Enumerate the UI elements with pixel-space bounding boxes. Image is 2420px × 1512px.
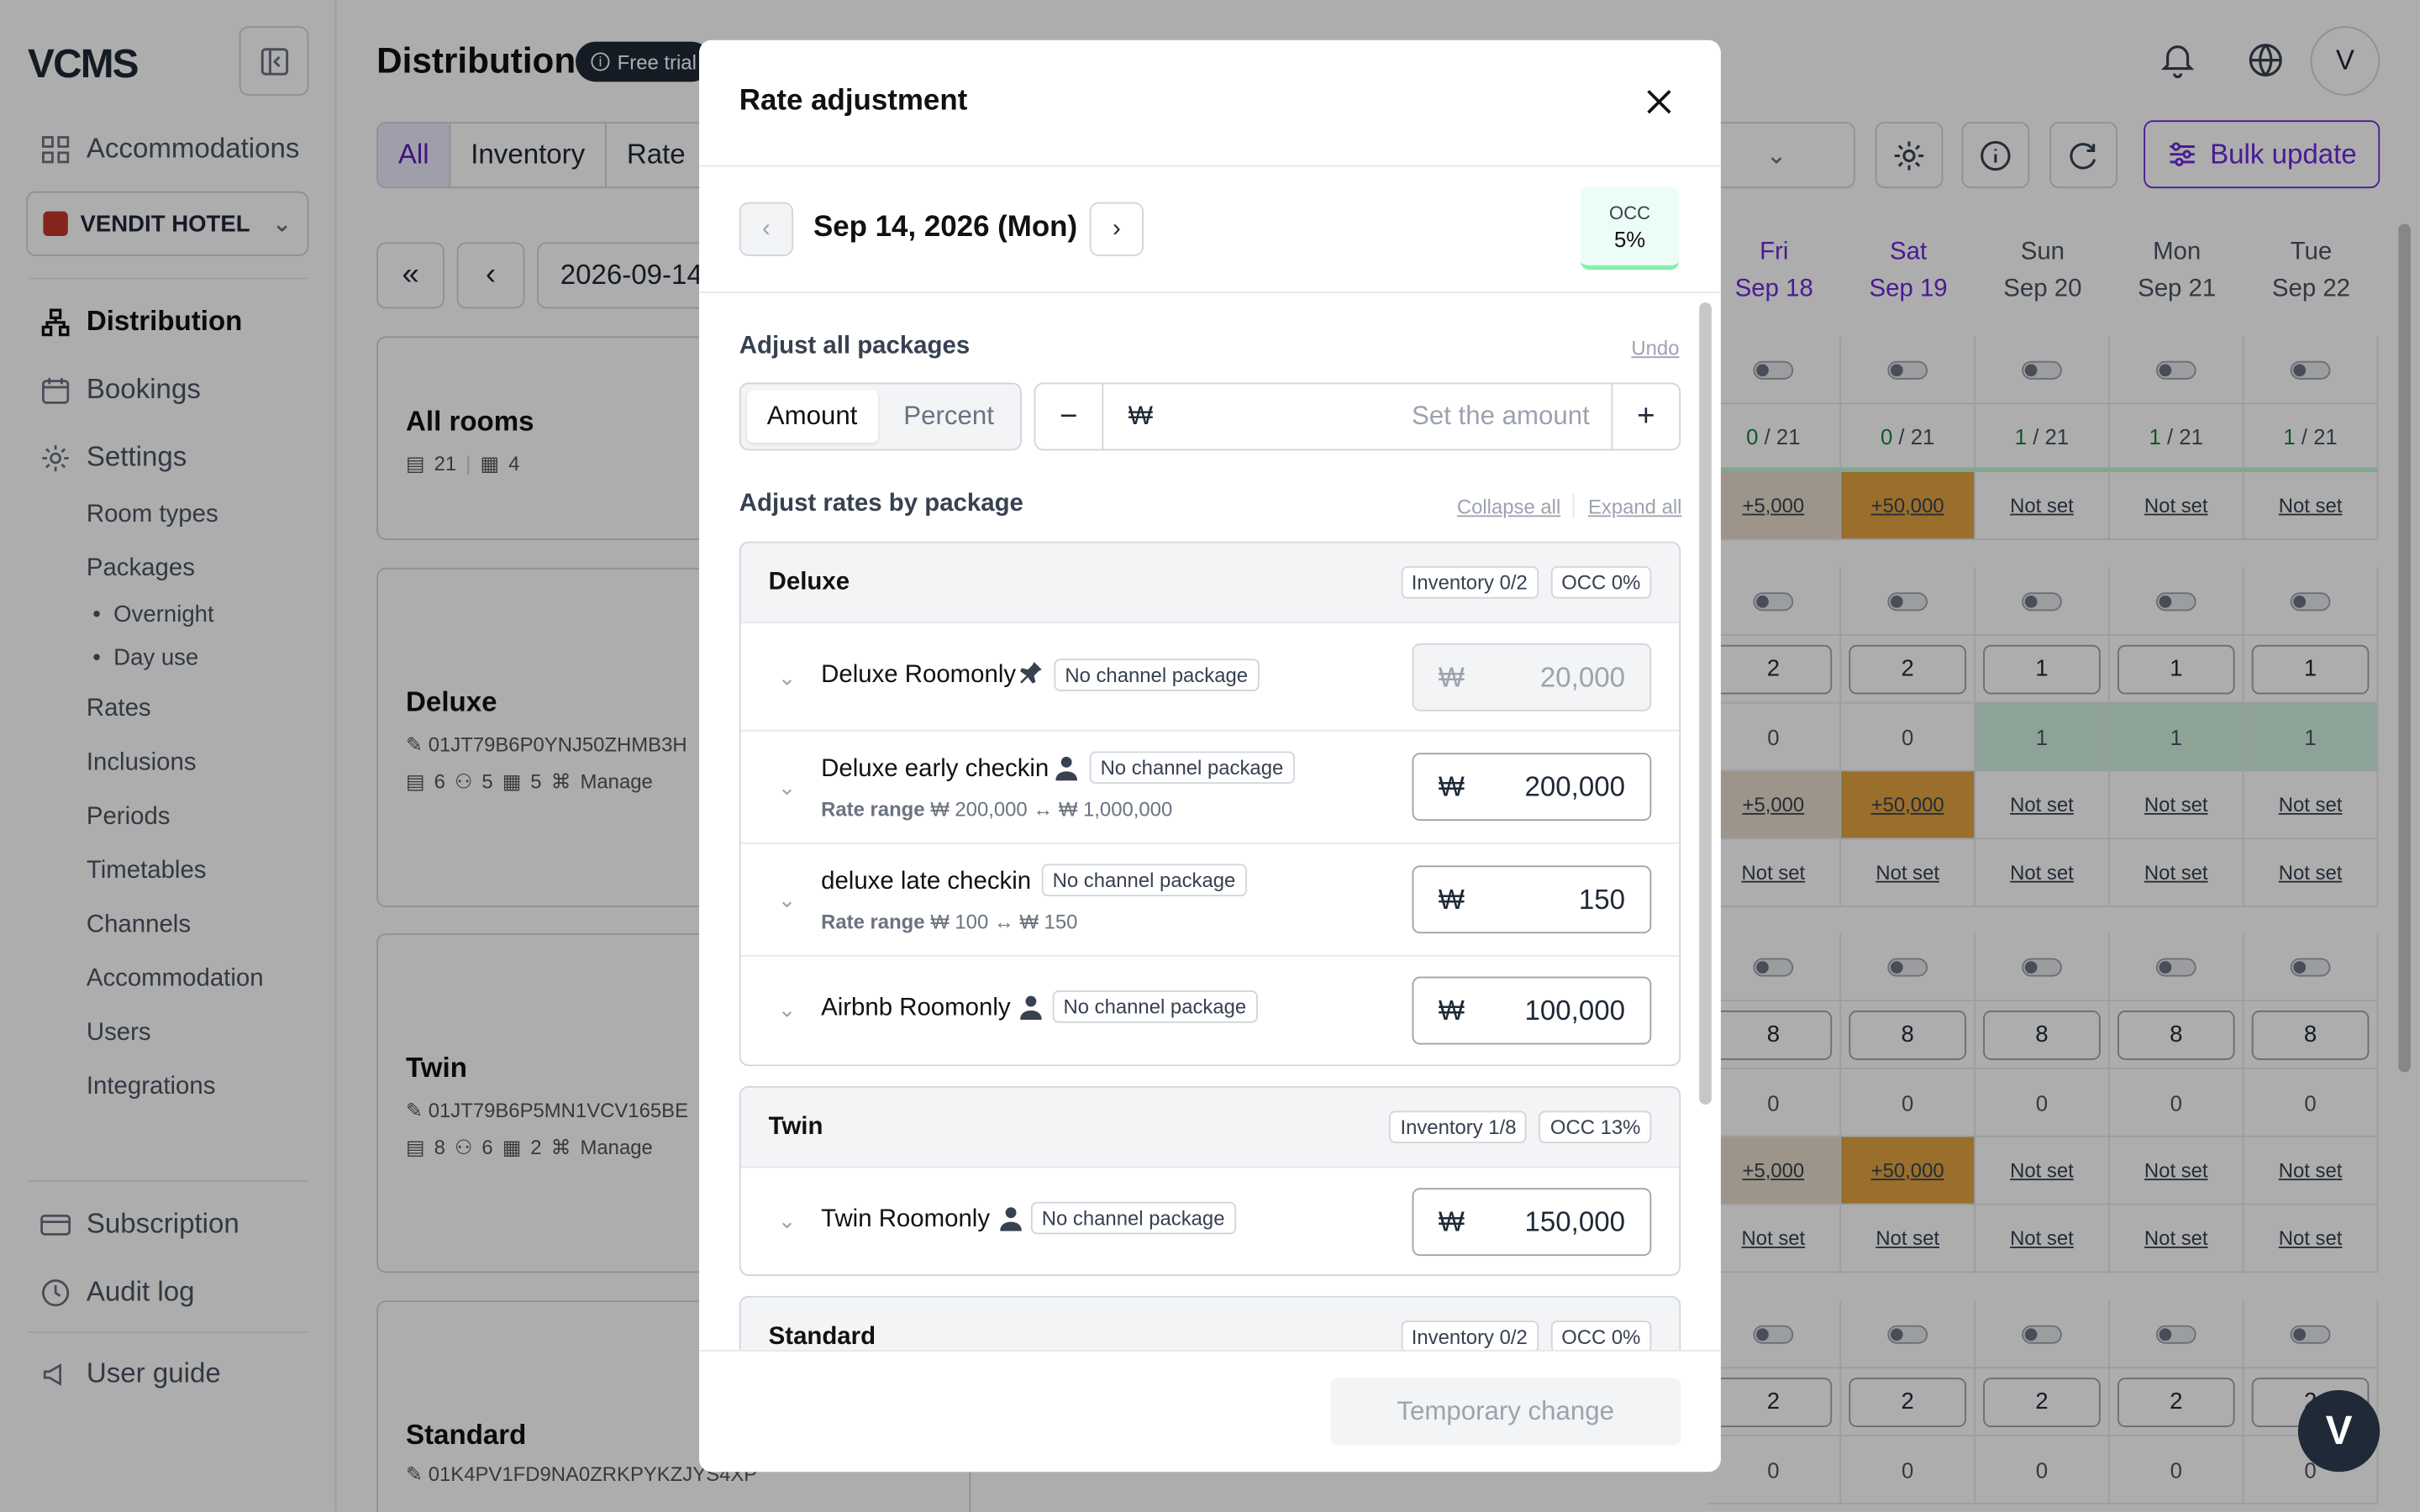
person-icon <box>1000 1206 1022 1239</box>
no-channel-chip: No channel package <box>1030 1201 1236 1235</box>
package-row: ⌄ Airbnb Roomonly No channel package ₩10… <box>741 957 1680 1065</box>
modal-scrollbar[interactable] <box>1699 302 1712 1105</box>
no-channel-chip: No channel package <box>1041 864 1247 897</box>
package-group-deluxe: Deluxe Inventory 0/2 OCC 0% ⌄ Deluxe Room… <box>739 541 1681 1067</box>
package-name: Deluxe early checkin <box>821 755 1050 783</box>
rate-range-label: Rate range <box>821 797 925 822</box>
no-channel-chip: No channel package <box>1089 751 1295 785</box>
group-name: Twin <box>768 1113 823 1140</box>
adjust-all-label: Adjust all packages <box>739 333 971 360</box>
package-group-twin: Twin Inventory 1/8 OCC 13% ⌄ Twin Roomonl… <box>739 1086 1681 1276</box>
chevron-down-icon[interactable]: ⌄ <box>778 887 797 913</box>
currency-symbol: ₩ <box>1438 661 1465 692</box>
occ-value: 5% <box>1613 226 1646 251</box>
currency-symbol: ₩ <box>1438 1205 1465 1237</box>
no-channel-chip: No channel package <box>1054 659 1259 691</box>
close-button[interactable] <box>1638 81 1681 123</box>
occ-chip: OCC 13% <box>1539 1110 1652 1143</box>
prev-date-button[interactable]: ‹ <box>739 202 794 256</box>
percent-tab[interactable]: Percent <box>884 391 1014 443</box>
occ-label: OCC <box>1609 201 1651 223</box>
currency-symbol: ₩ <box>1128 401 1154 431</box>
package-name: Airbnb Roomonly <box>821 995 1011 1021</box>
package-group-standard: Standard Inventory 0/2 OCC 0% <box>739 1295 1681 1351</box>
amount-tab[interactable]: Amount <box>746 390 878 444</box>
divider <box>1572 493 1575 519</box>
inventory-chip: Inventory 0/2 <box>1400 1320 1539 1351</box>
package-name: deluxe late checkin <box>821 869 1032 895</box>
amount-placeholder: Set the amount <box>1412 401 1590 431</box>
occ-chip: OCC 0% <box>1550 1320 1652 1351</box>
pin-icon <box>1018 660 1043 693</box>
minus-icon: − <box>1060 398 1078 433</box>
chevron-right-icon: › <box>1112 215 1121 242</box>
chevron-down-icon[interactable]: ⌄ <box>778 997 797 1023</box>
adjust-by-package-label: Adjust rates by package <box>739 491 1023 517</box>
plus-icon: + <box>1637 398 1655 433</box>
person-icon <box>1020 995 1042 1028</box>
adjust-amount-input[interactable]: ₩ Set the amount <box>1103 384 1611 449</box>
group-header[interactable]: Twin Inventory 1/8 OCC 13% <box>740 1087 1680 1168</box>
expand-all-link[interactable]: Expand all <box>1588 496 1682 519</box>
inventory-chip: Inventory 0/2 <box>1400 566 1539 599</box>
close-icon <box>1647 90 1671 114</box>
rate-input[interactable]: ₩150 <box>1412 865 1652 934</box>
divider <box>699 1350 1721 1352</box>
group-name: Deluxe <box>768 568 850 596</box>
person-icon <box>1055 756 1078 789</box>
package-row: ⌄ deluxe late checkin No channel package… <box>740 844 1680 957</box>
help-chat-button[interactable]: V <box>2297 1389 2381 1473</box>
rate-value: 150,000 <box>1524 1205 1626 1237</box>
rate-input: ₩20,000 <box>1412 643 1652 711</box>
collapse-all-link[interactable]: Collapse all <box>1457 496 1560 519</box>
temporary-change-button[interactable]: Temporary change <box>1330 1378 1681 1446</box>
rate-range-label: Rate range <box>821 910 925 934</box>
undo-link[interactable]: Undo <box>1631 336 1679 360</box>
rate-range: Rate range ₩ 200,000 ↔ ₩ 1,000,000 <box>821 798 1172 822</box>
rate-input[interactable]: ₩200,000 <box>1412 753 1652 822</box>
rate-value: 100,000 <box>1524 994 1626 1026</box>
rate-input[interactable]: ₩100,000 <box>1412 976 1652 1045</box>
group-name: Standard <box>768 1322 876 1350</box>
rate-adjustment-modal: Rate adjustment ‹ Sep 14, 2026 (Mon) › O… <box>699 39 1721 1473</box>
occ-chip: OCC 0% <box>1550 566 1652 599</box>
package-row: ⌄ Twin Roomonly No channel package ₩150,… <box>741 1168 1680 1274</box>
increment-button[interactable]: + <box>1611 384 1680 449</box>
rate-range-value: ₩ 200,000 ↔ ₩ 1,000,000 <box>930 797 1173 822</box>
currency-symbol: ₩ <box>1438 994 1465 1026</box>
rate-range-value: ₩ 100 ↔ ₩ 150 <box>930 910 1078 934</box>
package-name: Twin Roomonly <box>821 1206 991 1233</box>
group-header[interactable]: Standard Inventory 0/2 OCC 0% <box>740 1297 1680 1351</box>
group-header[interactable]: Deluxe Inventory 0/2 OCC 0% <box>740 543 1680 624</box>
package-row: ⌄ Deluxe Roomonly No channel package ₩20… <box>740 623 1680 732</box>
rate-value: 150 <box>1578 883 1626 915</box>
selected-date: Sep 14, 2026 (Mon) <box>813 211 1078 244</box>
divider <box>699 165 1721 167</box>
package-row: ⌄ Deluxe early checkin No channel packag… <box>740 732 1680 844</box>
next-date-button[interactable]: › <box>1089 202 1144 256</box>
modal-scroll-area: Adjust all packages Undo Amount Percent … <box>699 293 1721 1351</box>
currency-symbol: ₩ <box>1438 883 1465 915</box>
chevron-down-icon[interactable]: ⌄ <box>778 1208 797 1234</box>
rate-input[interactable]: ₩150,000 <box>1412 1188 1652 1257</box>
package-name: Deluxe Roomonly <box>821 661 1017 689</box>
chevron-down-icon[interactable]: ⌄ <box>778 665 797 691</box>
rate-range: Rate range ₩ 100 ↔ ₩ 150 <box>821 911 1077 934</box>
chevron-left-icon: ‹ <box>762 215 771 242</box>
rate-value: 20,000 <box>1539 661 1626 692</box>
no-channel-chip: No channel package <box>1052 990 1258 1023</box>
occ-indicator: OCC 5% <box>1580 186 1680 270</box>
adjust-mode-toggle: Amount Percent <box>739 382 1022 451</box>
inventory-chip: Inventory 1/8 <box>1389 1110 1528 1143</box>
vendit-logo-icon: V <box>2325 1407 2353 1454</box>
currency-symbol: ₩ <box>1438 770 1465 802</box>
chevron-down-icon[interactable]: ⌄ <box>778 774 797 801</box>
adjust-amount-group: − ₩ Set the amount + <box>1034 382 1681 451</box>
rate-value: 200,000 <box>1524 770 1626 802</box>
modal-title: Rate adjustment <box>739 85 968 118</box>
decrement-button[interactable]: − <box>1035 384 1104 449</box>
